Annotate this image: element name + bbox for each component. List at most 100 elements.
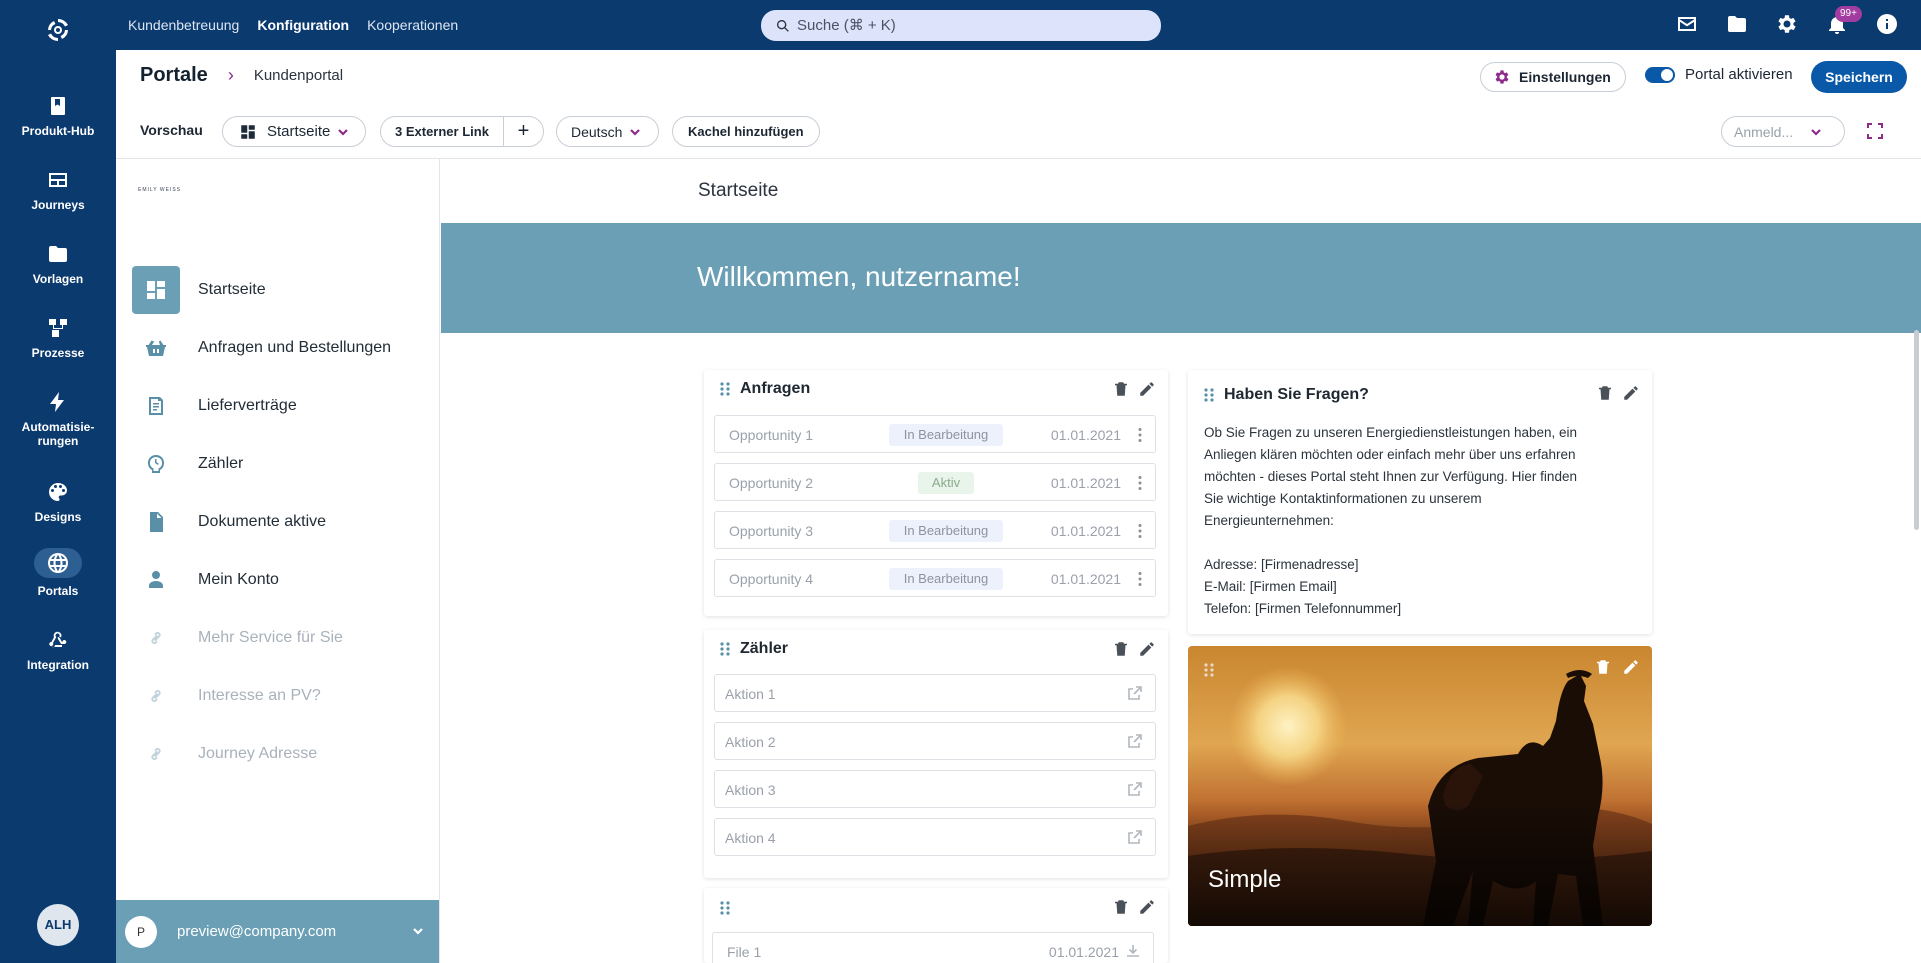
rail-item-prozesse[interactable]: Prozesse — [0, 316, 116, 360]
portal-activate-toggle[interactable]: Portal aktivieren — [1645, 66, 1793, 83]
more-vertical-icon[interactable] — [1137, 475, 1143, 491]
preview-user-selector[interactable]: P preview@company.com — [116, 900, 439, 963]
folder-icon — [46, 242, 70, 266]
save-button[interactable]: Speichern — [1811, 61, 1907, 93]
login-select[interactable]: Anmeld... — [1721, 116, 1845, 147]
portal-nav-zaehler[interactable]: Zähler — [132, 440, 432, 488]
external-link-icon[interactable] — [1127, 733, 1143, 749]
portal-nav-mehr-service[interactable]: Mehr Service für Sie — [132, 614, 432, 662]
more-vertical-icon[interactable] — [1137, 523, 1143, 539]
trash-icon[interactable] — [1594, 658, 1612, 676]
action-name: Aktion 4 — [725, 830, 776, 846]
topnav-kooperationen[interactable]: Kooperationen — [367, 17, 458, 33]
search-icon — [777, 19, 789, 32]
gear-icon[interactable] — [1775, 12, 1801, 38]
add-link-button[interactable]: + — [503, 117, 543, 146]
pencil-icon[interactable] — [1622, 384, 1640, 402]
search-input[interactable] — [797, 17, 1137, 34]
app-logo-icon[interactable] — [44, 16, 72, 44]
drag-handle-icon[interactable] — [718, 641, 732, 657]
trash-icon[interactable] — [1112, 640, 1130, 658]
list-item[interactable]: Aktion 1 — [714, 674, 1156, 712]
row-date: 01.01.2021 — [1050, 427, 1121, 443]
table-row[interactable]: Opportunity 4 In Bearbeitung 01.01.2021 — [714, 559, 1156, 597]
rail-label-2: rungen — [37, 434, 79, 448]
add-tile-button[interactable]: Kachel hinzufügen — [672, 116, 820, 147]
table-row[interactable]: Opportunity 2 Aktiv 01.01.2021 — [714, 463, 1156, 501]
rail-item-integration[interactable]: Integration — [0, 628, 116, 672]
toggle-switch[interactable] — [1645, 66, 1675, 83]
language-select[interactable]: Deutsch — [556, 116, 659, 147]
portal-nav-liefervertraege[interactable]: Lieferverträge — [132, 382, 432, 430]
portal-nav-label: Startseite — [198, 281, 266, 298]
global-search[interactable] — [761, 10, 1161, 41]
portal-nav-mein-konto[interactable]: Mein Konto — [132, 556, 432, 604]
external-link-icon[interactable] — [1127, 781, 1143, 797]
trash-icon[interactable] — [1112, 380, 1130, 398]
language-value: Deutsch — [571, 123, 623, 140]
user-avatar[interactable]: ALH — [37, 904, 79, 946]
faq-line: Sie wichtige Kontaktinformationen zu uns… — [1204, 491, 1482, 506]
rail-label: Integration — [27, 658, 89, 672]
external-links-label: 3 Externer Link — [395, 124, 489, 139]
rail-item-produkt-hub[interactable]: Produkt-Hub — [0, 94, 116, 138]
topnav-konfiguration[interactable]: Konfiguration — [257, 17, 349, 33]
folder-icon[interactable] — [1725, 12, 1751, 38]
more-vertical-icon[interactable] — [1137, 571, 1143, 587]
card-title: Zähler — [740, 640, 789, 657]
external-links-chip[interactable]: 3 Externer Link + — [380, 116, 544, 147]
list-item[interactable]: File 1 01.01.2021 — [712, 932, 1154, 963]
list-item[interactable]: Aktion 3 — [714, 770, 1156, 808]
rail-item-portals[interactable]: Portals — [0, 548, 116, 598]
chevron-down-icon — [628, 125, 642, 139]
external-link-icon[interactable] — [1127, 829, 1143, 845]
topnav-kundenbetreuung[interactable]: Kundenbetreuung — [128, 17, 239, 33]
table-row[interactable]: Opportunity 1 In Bearbeitung 01.01.2021 — [714, 415, 1156, 453]
pencil-icon[interactable] — [1138, 640, 1156, 658]
settings-button[interactable]: Einstellungen — [1480, 62, 1626, 92]
chevron-down-icon — [411, 924, 425, 938]
rail-label: Produkt-Hub — [21, 124, 95, 138]
drag-handle-icon[interactable] — [718, 381, 732, 397]
dashboard-icon — [132, 266, 180, 314]
breadcrumb-root[interactable]: Portale — [140, 64, 208, 87]
download-icon[interactable] — [1125, 943, 1141, 959]
mail-icon[interactable] — [1675, 12, 1701, 38]
table-row[interactable]: Opportunity 3 In Bearbeitung 01.01.2021 — [714, 511, 1156, 549]
rail-item-designs[interactable]: Designs — [0, 480, 116, 524]
status-badge: In Bearbeitung — [889, 424, 1003, 446]
trash-icon[interactable] — [1596, 384, 1614, 402]
list-item[interactable]: Aktion 4 — [714, 818, 1156, 856]
portal-nav-label: Zähler — [198, 455, 244, 472]
drag-handle-icon[interactable] — [718, 900, 732, 916]
portal-nav-interesse-pv[interactable]: Interesse an PV? — [132, 672, 432, 720]
drag-handle-icon[interactable] — [1202, 387, 1216, 403]
vertical-scrollbar[interactable] — [1914, 330, 1919, 530]
external-link-icon[interactable] — [1127, 685, 1143, 701]
portal-nav-dokumente[interactable]: Dokumente aktive — [132, 498, 432, 546]
rail-label: Portals — [37, 584, 79, 598]
rail-item-journeys[interactable]: Journeys — [0, 168, 116, 212]
faq-line: Telefon: [Firmen Telefonnummer] — [1204, 601, 1402, 616]
more-vertical-icon[interactable] — [1137, 427, 1143, 443]
list-item[interactable]: Aktion 2 — [714, 722, 1156, 760]
portal-nav-anfragen[interactable]: Anfragen und Bestellungen — [132, 324, 432, 372]
portal-nav-journey-adresse[interactable]: Journey Adresse — [132, 730, 432, 778]
pencil-icon[interactable] — [1138, 380, 1156, 398]
portal-nav-startseite[interactable]: Startseite — [132, 266, 432, 314]
portal-nav-label: Anfragen und Bestellungen — [198, 339, 392, 356]
page-select-value: Startseite — [267, 123, 331, 140]
rail-item-automatisierungen[interactable]: Automatisie- rungen — [0, 390, 116, 448]
chevron-down-icon — [1809, 125, 1823, 139]
row-name: Opportunity 3 — [729, 523, 814, 539]
drag-handle-icon[interactable] — [1202, 662, 1216, 678]
pencil-icon[interactable] — [1622, 658, 1640, 676]
trash-icon[interactable] — [1112, 898, 1130, 916]
pencil-icon[interactable] — [1138, 898, 1156, 916]
bell-icon[interactable]: 99+ — [1825, 6, 1862, 38]
page-select[interactable]: Startseite — [222, 116, 366, 147]
info-icon[interactable] — [1875, 12, 1901, 38]
fullscreen-icon[interactable] — [1865, 121, 1885, 141]
rail-item-vorlagen[interactable]: Vorlagen — [0, 242, 116, 286]
image-caption: Simple — [1208, 866, 1282, 893]
